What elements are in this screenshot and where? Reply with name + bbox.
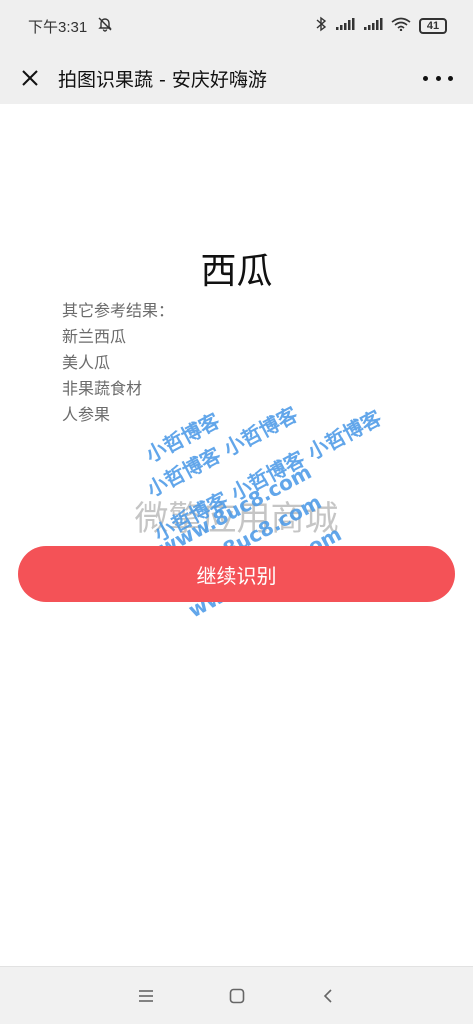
menu-icon <box>138 989 153 1002</box>
continue-recognition-button[interactable]: 继续识别 <box>18 546 455 602</box>
battery-icon: 41 <box>419 18 447 34</box>
status-right: 41 <box>315 16 447 36</box>
status-bar: 下午3:31 41 <box>0 0 473 52</box>
more-dot <box>435 75 441 81</box>
more-dot <box>448 75 453 81</box>
close-icon <box>22 70 38 86</box>
nav-menu-button[interactable] <box>131 981 161 1011</box>
more-dot <box>423 75 428 81</box>
system-nav-bar <box>0 966 473 1024</box>
alternative-item: 美人瓜 <box>62 353 111 372</box>
signal-icon-2 <box>363 17 383 35</box>
result-title: 西瓜 <box>200 251 273 292</box>
close-button[interactable] <box>16 64 44 92</box>
alternative-item: 人参果 <box>62 405 111 424</box>
status-left: 下午3:31 <box>28 16 113 37</box>
alternatives-heading: 其它参考结果： <box>62 301 175 320</box>
nav-back-button[interactable] <box>313 981 343 1011</box>
wifi-icon <box>391 17 411 35</box>
alternative-item: 非果蔬食材 <box>62 379 143 398</box>
bluetooth-icon <box>315 16 327 36</box>
status-time: 下午3:31 <box>28 18 88 36</box>
signal-icon <box>335 17 355 35</box>
app-header: 拍图识果蔬 - 安庆好嗨游 <box>0 52 473 104</box>
alternative-item: 新兰西瓜 <box>62 327 127 346</box>
alternatives-list: 其它参考结果： 新兰西瓜 美人瓜 非果蔬食材 人参果 <box>62 298 174 428</box>
more-button[interactable] <box>423 66 453 90</box>
home-square-icon <box>229 988 244 1003</box>
nav-home-button[interactable] <box>222 981 252 1011</box>
watermark-blog: 小哲博客 小哲博客 小哲博客 <box>149 405 386 547</box>
main-content: 西瓜 其它参考结果： 新兰西瓜 美人瓜 非果蔬食材 人参果 微擎应用商城 小哲博… <box>0 104 473 966</box>
watermark-store: 微擎应用商城 <box>134 499 339 539</box>
page-title: 拍图识果蔬 - 安庆好嗨游 <box>58 68 267 91</box>
back-chevron-icon <box>323 988 332 1003</box>
notifications-muted-icon <box>97 16 113 36</box>
